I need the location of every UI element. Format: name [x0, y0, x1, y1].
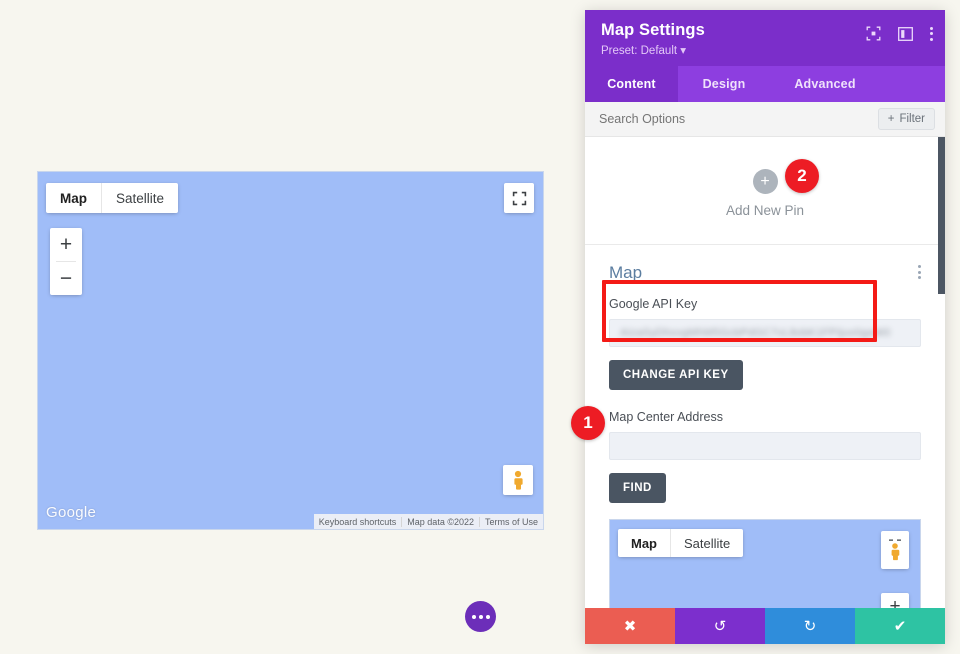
tab-content[interactable]: Content [585, 66, 678, 102]
add-new-pin-block[interactable]: + Add New Pin [585, 137, 945, 245]
api-key-label: Google API Key [609, 297, 921, 311]
search-options-bar: + Filter [585, 102, 945, 137]
redo-button[interactable]: ↻ [765, 608, 855, 644]
panel-preset-selector[interactable]: Preset: Default ▾ [601, 43, 929, 57]
add-pin-plus-icon[interactable]: + [753, 169, 778, 194]
screen-root: Map Satellite + − Google [0, 0, 960, 654]
panel-header-icons [866, 26, 933, 41]
kebab-dot-1 [930, 27, 933, 30]
zoom-out-button[interactable]: − [50, 262, 82, 295]
plus-icon: + [888, 113, 895, 125]
panel-footer: ✖ ↺ ↻ ✔ [585, 608, 945, 644]
api-key-field[interactable]: AIzaSyDhxvgMhM5GcbPdGC7vL8obK1FPIjuv0gaW… [609, 319, 921, 347]
panel-scroll-track[interactable] [938, 137, 945, 608]
map-settings-panel: Map Settings Preset: Default ▾ [585, 10, 945, 644]
section-kebab-dot-1 [918, 265, 921, 268]
fab-dot-2 [479, 615, 483, 619]
canvas-map-module[interactable]: Map Satellite + − Google [37, 171, 544, 530]
builder-canvas: Map Satellite + − Google [0, 0, 575, 654]
focus-icon-glyph [866, 26, 881, 41]
api-key-value: AIzaSyDhxvgMhM5GcbPdGC7vL8obK1FPIjuv0gaW… [620, 320, 910, 346]
filter-button[interactable]: + Filter [878, 108, 935, 130]
mini-pegman-icon [888, 538, 902, 562]
save-button[interactable]: ✔ [855, 608, 945, 644]
section-kebab-dot-2 [918, 271, 921, 274]
mini-map-type-control[interactable]: Map Satellite [618, 529, 743, 557]
page-settings-fab[interactable] [465, 601, 496, 632]
map-section: Map Google API Key AIzaSyDhxvgMhM5GcbPdG… [585, 245, 945, 608]
map-section-kebab-icon[interactable] [918, 265, 921, 279]
map-attribution: Keyboard shortcuts Map data ©2022 Terms … [314, 514, 543, 529]
kebab-icon[interactable] [930, 27, 933, 41]
map-center-address-input[interactable] [609, 432, 921, 460]
map-section-title: Map [609, 263, 921, 283]
map-center-preview[interactable]: Map Satellite + [609, 519, 921, 608]
kebab-dot-3 [930, 38, 933, 41]
layout-icon-glyph [898, 27, 913, 41]
kebab-dot-2 [930, 32, 933, 35]
fab-dot-3 [486, 615, 490, 619]
tab-advanced[interactable]: Advanced [770, 66, 880, 102]
map-type-control[interactable]: Map Satellite [46, 183, 178, 213]
mini-map-type-map[interactable]: Map [618, 529, 670, 557]
cancel-button[interactable]: ✖ [585, 608, 675, 644]
layout-icon[interactable] [898, 27, 913, 41]
mini-zoom-in-button[interactable]: + [881, 593, 909, 608]
change-api-key-button[interactable]: CHANGE API KEY [609, 360, 743, 390]
fullscreen-icon [512, 191, 527, 206]
attrib-keyboard-shortcuts[interactable]: Keyboard shortcuts [314, 517, 402, 527]
pegman-icon [510, 470, 526, 490]
panel-scrollbar-thumb[interactable] [938, 137, 945, 294]
panel-body[interactable]: + Add New Pin Map Google API Key AIzaSyD… [585, 137, 945, 608]
map-center-address-label: Map Center Address [609, 410, 921, 424]
section-kebab-dot-3 [918, 276, 921, 279]
add-new-pin-label[interactable]: Add New Pin [585, 203, 945, 218]
panel-tabs: Content Design Advanced [585, 66, 945, 102]
filter-button-label: Filter [899, 113, 925, 125]
annotation-badge-2: 2 [785, 159, 819, 193]
zoom-control[interactable]: + − [50, 228, 82, 295]
panel-header: Map Settings Preset: Default ▾ [585, 10, 945, 66]
pegman-button[interactable] [503, 465, 533, 495]
attrib-terms[interactable]: Terms of Use [479, 517, 543, 527]
map-type-map[interactable]: Map [46, 183, 101, 213]
mini-pegman-button[interactable] [881, 531, 909, 569]
tab-design[interactable]: Design [678, 66, 770, 102]
focus-icon[interactable] [866, 26, 881, 41]
fullscreen-button[interactable] [504, 183, 534, 213]
attrib-map-data: Map data ©2022 [401, 517, 479, 527]
mini-map-type-satellite[interactable]: Satellite [670, 529, 743, 557]
annotation-badge-1: 1 [571, 406, 605, 440]
zoom-in-button[interactable]: + [50, 228, 82, 261]
find-button[interactable]: FIND [609, 473, 666, 503]
search-input[interactable] [599, 112, 878, 126]
map-type-satellite[interactable]: Satellite [101, 183, 178, 213]
google-logo: Google [46, 504, 96, 521]
fab-dot-1 [472, 615, 476, 619]
undo-button[interactable]: ↺ [675, 608, 765, 644]
